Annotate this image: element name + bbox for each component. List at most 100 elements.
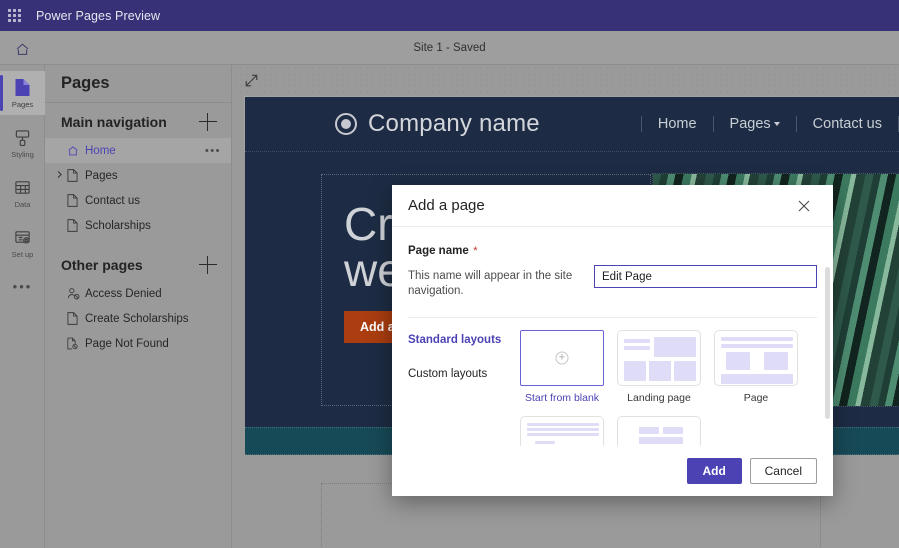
- home-icon: [67, 145, 85, 157]
- setup-icon: [14, 227, 31, 248]
- overflow-icon[interactable]: •••: [205, 145, 221, 157]
- layout-option-text-lines[interactable]: [520, 416, 604, 446]
- dialog-footer: Add Cancel: [392, 446, 833, 496]
- group-header-other-pages: Other pages: [45, 238, 231, 281]
- dialog-scrollbar[interactable]: [825, 267, 830, 419]
- site-nav-contact-us[interactable]: Contact us: [797, 116, 898, 132]
- rail-item-setup[interactable]: Set up: [0, 221, 45, 265]
- layout-thumb-landing: [617, 330, 701, 386]
- expand-arrow-icon[interactable]: [244, 73, 260, 89]
- tab-standard-layouts[interactable]: Standard layouts: [408, 334, 508, 346]
- layout-label: Landing page: [627, 392, 691, 404]
- plus-icon[interactable]: [199, 113, 217, 131]
- dialog-divider: [408, 317, 817, 318]
- sidebar-item-label: Contact us: [85, 194, 140, 207]
- sidebar-item-label: Pages: [85, 169, 118, 182]
- rail-more-button[interactable]: •••: [0, 271, 45, 301]
- layout-label: Start from blank: [524, 392, 600, 404]
- layout-thumb-cards: [617, 416, 701, 446]
- tab-custom-layouts[interactable]: Custom layouts: [408, 368, 508, 380]
- group-header-main-navigation: Main navigation: [45, 103, 231, 138]
- layout-option-cards[interactable]: [617, 416, 701, 446]
- layout-option-page[interactable]: Page: [714, 330, 798, 404]
- app-title: Power Pages Preview: [36, 8, 161, 23]
- group-title-main-navigation: Main navigation: [61, 114, 167, 130]
- site-header: Company name Home Pages Contact us: [244, 96, 899, 152]
- page-name-field-row: Page name * This name will appear in the…: [408, 241, 817, 299]
- page-error-icon: [67, 337, 85, 350]
- top-bar: Power Pages Preview: [0, 0, 899, 31]
- brand-name: Company name: [368, 110, 540, 137]
- cancel-button[interactable]: Cancel: [749, 458, 817, 484]
- pages-panel-header: Pages: [45, 65, 231, 103]
- layout-thumb-page: [714, 330, 798, 386]
- sidebar-item-home[interactable]: Home •••: [45, 138, 231, 163]
- page-name-labels: Page name * This name will appear in the…: [408, 241, 584, 299]
- sidebar-item-label: Home: [85, 144, 116, 157]
- page-title: Pages: [61, 74, 110, 92]
- sidebar-item-scholarships[interactable]: Scholarships: [45, 213, 231, 238]
- site-nav: Home Pages Contact us: [640, 116, 899, 132]
- rail-label-setup: Set up: [11, 250, 34, 259]
- add-button[interactable]: Add: [686, 458, 742, 484]
- page-icon: [67, 194, 85, 207]
- rail-item-pages[interactable]: Pages: [0, 71, 45, 115]
- close-icon[interactable]: [791, 193, 817, 219]
- sidebar-item-create-scholarships[interactable]: Create Scholarships: [45, 306, 231, 331]
- site-nav-pages[interactable]: Pages: [714, 116, 796, 132]
- layout-tab-list: Standard layouts Custom layouts: [408, 330, 508, 446]
- page-icon: [67, 169, 85, 182]
- pages-panel: Pages Main navigation Home ••• Pages Con…: [45, 65, 232, 548]
- sidebar-item-label: Page Not Found: [85, 337, 169, 350]
- page-icon: [67, 312, 85, 325]
- dialog-title: Add a page: [408, 197, 485, 214]
- site-status-text: Site 1 - Saved: [413, 41, 486, 54]
- sidebar-item-label: Create Scholarships: [85, 312, 189, 325]
- page-name-label: Page name: [408, 245, 469, 257]
- rail-label-data: Data: [14, 200, 31, 209]
- layout-option-landing-page[interactable]: Landing page: [617, 330, 701, 404]
- layout-thumb-text-lines: [520, 416, 604, 446]
- dialog-header: Add a page: [392, 185, 833, 227]
- page-icon: [67, 219, 85, 232]
- site-brand[interactable]: Company name: [335, 110, 540, 138]
- layouts-section: Standard layouts Custom layouts + Start …: [408, 330, 817, 446]
- site-nav-pages-label: Pages: [729, 116, 771, 132]
- sidebar-item-label: Access Denied: [85, 287, 162, 300]
- sidebar-item-access-denied[interactable]: Access Denied: [45, 281, 231, 306]
- layout-thumb-blank: +: [520, 330, 604, 386]
- chevron-down-icon: [773, 122, 780, 127]
- group-title-other-pages: Other pages: [61, 257, 143, 273]
- person-blocked-icon: [67, 287, 85, 300]
- circle-logo-icon: [335, 113, 357, 135]
- paint-roller-icon: [14, 127, 31, 148]
- page-name-input[interactable]: [594, 265, 817, 288]
- home-icon[interactable]: [12, 39, 32, 59]
- rail-item-styling[interactable]: Styling: [0, 121, 45, 165]
- grid-icon[interactable]: [8, 8, 22, 23]
- dialog-body: Page name * This name will appear in the…: [392, 227, 833, 446]
- chevron-right-icon[interactable]: [55, 170, 65, 180]
- sidebar-item-pages[interactable]: Pages: [45, 163, 231, 188]
- table-icon: [14, 177, 31, 198]
- layout-option-start-from-blank[interactable]: + Start from blank: [520, 330, 604, 404]
- layout-thumbnail-grid: + Start from blank Landing page Page: [520, 330, 816, 446]
- command-bar: Site 1 - Saved: [0, 31, 899, 65]
- sidebar-item-contact-us[interactable]: Contact us: [45, 188, 231, 213]
- page-name-hint: This name will appear in the site naviga…: [408, 270, 573, 297]
- page-name-label-wrap: Page name *: [408, 241, 584, 259]
- layout-label: Page: [743, 392, 769, 404]
- canvas-toolstrip: [232, 65, 899, 97]
- rail-item-data[interactable]: Data: [0, 171, 45, 215]
- plus-icon: +: [555, 351, 569, 365]
- site-nav-home[interactable]: Home: [642, 116, 713, 132]
- required-asterisk: *: [473, 245, 478, 257]
- sidebar-item-label: Scholarships: [85, 219, 151, 232]
- plus-icon[interactable]: [199, 256, 217, 274]
- rail-label-pages: Pages: [11, 100, 34, 109]
- left-rail: Pages Styling Data Set up •••: [0, 65, 45, 548]
- sidebar-item-page-not-found[interactable]: Page Not Found: [45, 331, 231, 356]
- app-window: Power Pages Preview Site 1 - Saved Pages…: [0, 0, 899, 548]
- rail-label-styling: Styling: [11, 150, 34, 159]
- page-icon: [14, 77, 31, 98]
